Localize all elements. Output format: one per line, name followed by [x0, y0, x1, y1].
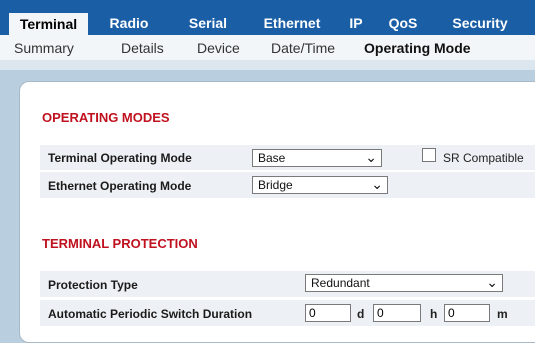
subtab-summary[interactable]: Summary [14, 39, 74, 57]
chevron-down-icon: ⌄ [486, 274, 498, 290]
nav-divider-band [0, 60, 535, 70]
days-unit: d [357, 307, 365, 321]
chevron-down-icon: ⌄ [365, 149, 377, 165]
row-protection-type: Protection Type Redundant ⌄ [40, 271, 535, 297]
minutes-input[interactable]: 0 [444, 304, 490, 322]
ethernet-mode-value: Bridge [258, 178, 293, 192]
terminal-mode-label: Terminal Operating Mode [48, 151, 192, 165]
subtab-operating-mode[interactable]: Operating Mode [364, 39, 471, 57]
ethernet-mode-label: Ethernet Operating Mode [48, 179, 192, 193]
tab-security[interactable]: Security [440, 12, 520, 35]
main-nav-bar: Terminal Radio Serial Ethernet IP QoS Se… [0, 0, 535, 35]
days-input[interactable]: 0 [305, 304, 351, 322]
tab-ip[interactable]: IP [341, 12, 371, 35]
row-terminal-operating-mode: Terminal Operating Mode Base ⌄ SR Compat… [40, 145, 535, 170]
section-title-operating-modes: OPERATING MODES [42, 110, 170, 125]
tab-serial[interactable]: Serial [170, 12, 246, 35]
sr-compatible-checkbox[interactable] [422, 148, 436, 162]
terminal-mode-value: Base [258, 151, 286, 165]
hours-input[interactable]: 0 [373, 304, 421, 322]
protection-type-select[interactable]: Redundant ⌄ [305, 274, 503, 292]
row-switch-duration: Automatic Periodic Switch Duration 0 d 0… [40, 300, 535, 326]
protection-type-label: Protection Type [48, 278, 138, 292]
subtab-date-time[interactable]: Date/Time [271, 39, 335, 57]
row-ethernet-operating-mode: Ethernet Operating Mode Bridge ⌄ [40, 172, 535, 198]
subtab-device[interactable]: Device [197, 39, 240, 57]
minutes-unit: m [497, 307, 508, 321]
tab-terminal[interactable]: Terminal [9, 13, 88, 35]
tab-ethernet[interactable]: Ethernet [252, 12, 332, 35]
terminal-mode-select[interactable]: Base ⌄ [252, 149, 382, 167]
sr-compatible-label: SR Compatible [443, 151, 524, 165]
section-title-terminal-protection: TERMINAL PROTECTION [42, 236, 198, 251]
sub-nav-bar: Summary Details Device Date/Time Operati… [0, 35, 535, 60]
subtab-details[interactable]: Details [121, 39, 164, 57]
hours-unit: h [430, 307, 438, 321]
ethernet-mode-select[interactable]: Bridge ⌄ [252, 176, 388, 194]
switch-duration-label: Automatic Periodic Switch Duration [48, 307, 253, 321]
chevron-down-icon: ⌄ [371, 176, 383, 192]
tab-radio[interactable]: Radio [92, 12, 166, 35]
tab-qos[interactable]: QoS [381, 12, 425, 35]
protection-type-value: Redundant [311, 276, 370, 290]
